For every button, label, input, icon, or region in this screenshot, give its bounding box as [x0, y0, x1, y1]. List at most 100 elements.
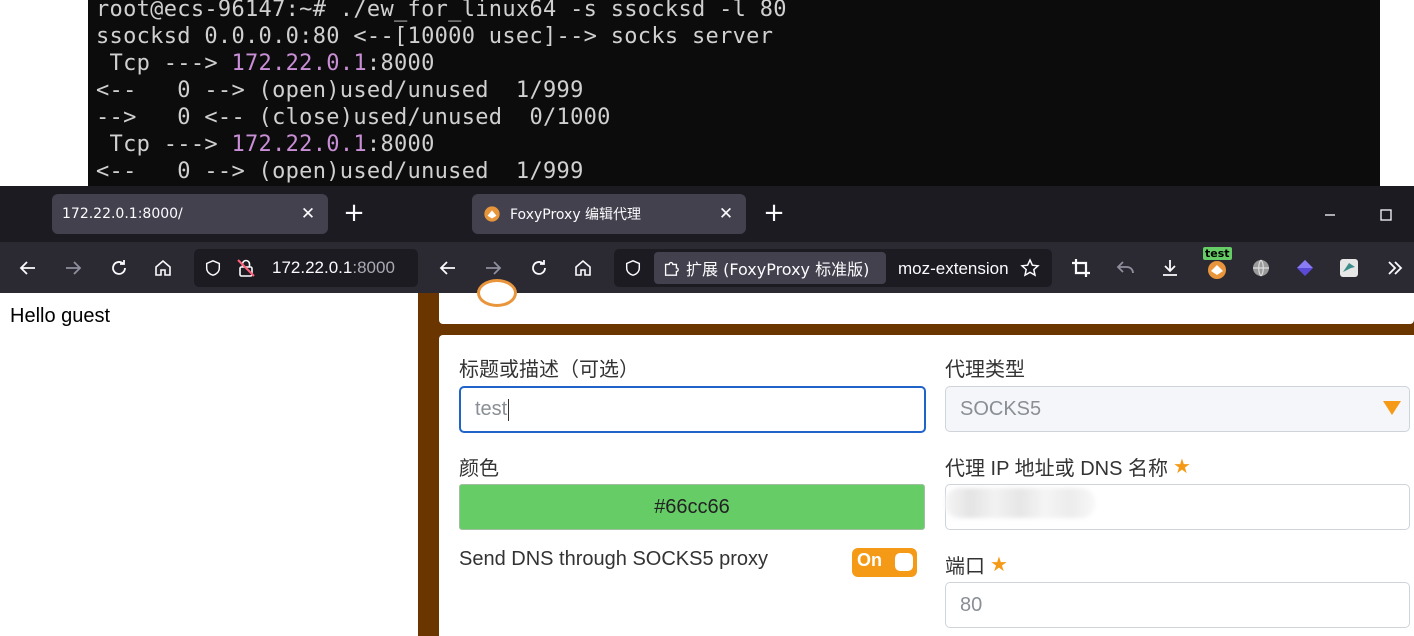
page-greeting: Hello guest	[10, 305, 111, 327]
left-tab-title: 172.22.0.1:8000/	[62, 206, 183, 222]
terminal-text: Tcp --->	[96, 51, 232, 76]
minimize-button[interactable]	[1310, 198, 1350, 232]
screenshot-crop-button[interactable]	[1066, 253, 1096, 283]
proxy-type-select[interactable]: SOCKS5	[945, 386, 1410, 432]
right-browser-navbar: 扩展 (FoxyProxy 标准版) moz-extension test	[418, 242, 1414, 293]
shield-extension-button[interactable]	[1334, 253, 1364, 283]
globe-icon	[1253, 259, 1269, 277]
back-button[interactable]	[433, 253, 463, 283]
new-tab-button[interactable]: +	[760, 200, 788, 228]
terminal-text: <-- 0 --> (open)used/unused 1/999	[96, 78, 584, 103]
terminal-ip-address: 172.22.0.1	[231, 132, 367, 157]
terminal-line: Tcp ---> 172.22.0.1:8000	[96, 131, 435, 158]
maximize-button[interactable]	[1366, 198, 1406, 232]
left-url-bar[interactable]: 172.22.0.1:8000	[194, 249, 418, 287]
foxyproxy-tab[interactable]: FoxyProxy 编辑代理 ✕	[472, 194, 746, 234]
foxyproxy-logo-icon	[477, 279, 517, 307]
diamond-extension-button[interactable]	[1290, 253, 1320, 283]
home-button[interactable]	[148, 253, 178, 283]
right-url-bar[interactable]: 扩展 (FoxyProxy 标准版) moz-extension	[614, 249, 1052, 287]
port-value: 80	[960, 593, 983, 616]
overflow-menu-button[interactable]	[1380, 253, 1410, 283]
forward-button[interactable]	[58, 253, 88, 283]
terminal-text: root@ecs-96147:~# ./ew_for_linux64 -s ss…	[96, 0, 787, 22]
crop-icon	[1072, 259, 1090, 277]
terminal-text: Tcp --->	[96, 132, 232, 157]
back-arrow-icon	[439, 261, 455, 275]
title-input[interactable]: test	[459, 386, 926, 433]
star-icon: ★	[990, 554, 1008, 576]
port-input[interactable]: 80	[945, 582, 1410, 628]
maximize-icon	[1380, 209, 1392, 221]
double-chevron-right-icon	[1388, 261, 1403, 275]
terminal-port: :8000	[366, 132, 435, 157]
left-page-content: Hello guest	[0, 293, 418, 636]
title-input-value: test	[475, 398, 508, 420]
dns-toggle[interactable]: On	[852, 548, 917, 577]
undo-arrow-icon	[1116, 261, 1134, 274]
reload-button[interactable]	[524, 253, 554, 283]
proxy-edit-form: 标题或描述（可选） test 颜色 #66cc66 Send DNS throu…	[439, 335, 1414, 636]
download-icon	[1163, 260, 1177, 276]
title-label: 标题或描述（可选）	[459, 359, 639, 381]
undo-button[interactable]	[1111, 253, 1141, 283]
terminal-text: <-- 0 --> (open)used/unused 1/999	[96, 159, 584, 184]
terminal-line: Tcp ---> 172.22.0.1:8000	[96, 50, 435, 77]
left-url-text[interactable]: 172.22.0.1:8000	[272, 258, 395, 278]
port-label: 端口 ★	[945, 550, 1008, 579]
terminal-window: root@ecs-96147:~# ./ew_for_linux64 -s ss…	[88, 0, 1380, 190]
url-port: :8000	[352, 258, 395, 277]
text-caret	[508, 398, 510, 421]
insecure-lock-icon[interactable]	[236, 258, 256, 278]
back-arrow-icon	[19, 261, 35, 275]
port-label-text: 端口	[945, 556, 985, 578]
close-icon[interactable]: ✕	[298, 204, 318, 224]
foxyproxy-page: 标题或描述（可选） test 颜色 #66cc66 Send DNS throu…	[418, 279, 1414, 636]
shield-icon[interactable]	[624, 259, 642, 277]
home-button[interactable]	[568, 253, 598, 283]
home-icon	[155, 259, 171, 276]
bird-shield-icon	[1340, 259, 1358, 277]
header-card	[439, 279, 1414, 324]
downloads-button[interactable]	[1155, 253, 1185, 283]
terminal-text: --> 0 <-- (close)used/unused 0/1000	[96, 105, 611, 130]
extension-name: 扩展 (FoxyProxy 标准版)	[686, 260, 870, 279]
forward-arrow-icon	[486, 261, 502, 275]
reload-icon	[112, 260, 126, 275]
color-picker[interactable]: #66cc66	[459, 484, 925, 530]
shield-icon[interactable]	[204, 259, 222, 277]
terminal-text: ssocksd 0.0.0.0:80 <--[10000 usec]--> so…	[96, 24, 774, 49]
left-browser-tab[interactable]: 172.22.0.1:8000/ ✕	[52, 194, 328, 234]
new-tab-button[interactable]: +	[340, 200, 368, 228]
right-url-text[interactable]: moz-extension	[898, 259, 1008, 279]
color-value: #66cc66	[654, 495, 730, 518]
foxyproxy-tab-title: FoxyProxy 编辑代理	[510, 207, 642, 223]
right-browser-tabbar: FoxyProxy 编辑代理 ✕ +	[418, 186, 1414, 242]
terminal-line: root@ecs-96147:~# ./ew_for_linux64 -s ss…	[96, 0, 787, 23]
bookmark-star-icon[interactable]	[1020, 258, 1040, 278]
proxy-type-value: SOCKS5	[960, 397, 1042, 420]
redacted-ip-blur	[945, 488, 1095, 518]
terminal-port: :8000	[366, 51, 435, 76]
puzzle-piece-icon	[664, 261, 679, 276]
foxyproxy-toolbar-button[interactable]: test	[1202, 247, 1232, 283]
close-icon[interactable]: ✕	[716, 204, 736, 224]
proxy-ip-label-text: 代理 IP 地址或 DNS 名称	[945, 458, 1168, 480]
proxy-badge: test	[1203, 247, 1232, 260]
reload-button[interactable]	[104, 253, 134, 283]
left-browser-tabbar: 172.22.0.1:8000/ ✕ +	[0, 186, 418, 242]
left-browser-navbar: 172.22.0.1:8000	[0, 242, 418, 293]
diamond-icon	[1297, 260, 1313, 276]
dns-label: Send DNS through SOCKS5 proxy	[459, 548, 769, 570]
dns-toggle-label: On	[857, 550, 882, 570]
extension-identity-chip[interactable]: 扩展 (FoxyProxy 标准版)	[654, 252, 886, 284]
terminal-line: --> 0 <-- (close)used/unused 0/1000	[96, 104, 611, 131]
color-label: 颜色	[459, 458, 499, 480]
url-host: 172.22.0.1	[272, 258, 353, 277]
globe-extension-button[interactable]	[1246, 253, 1276, 283]
terminal-ip-address: 172.22.0.1	[231, 51, 367, 76]
desktop-background	[1380, 0, 1414, 190]
proxy-type-label: 代理类型	[945, 359, 1025, 381]
back-button[interactable]	[13, 253, 43, 283]
terminal-line: ssocksd 0.0.0.0:80 <--[10000 usec]--> so…	[96, 23, 773, 50]
